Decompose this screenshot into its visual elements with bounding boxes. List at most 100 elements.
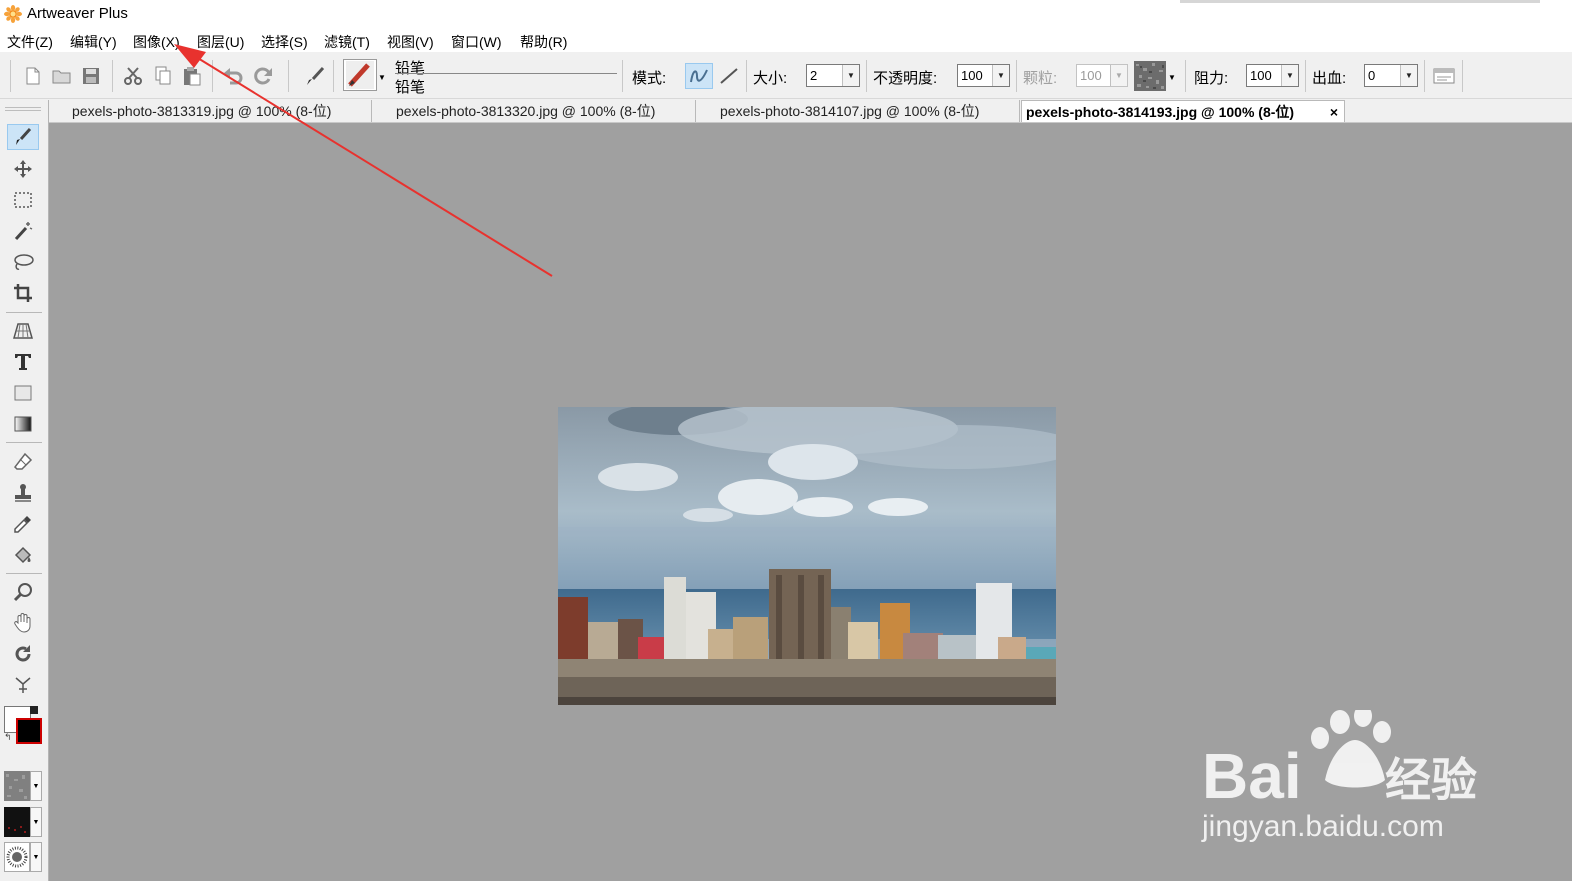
chevron-down-icon[interactable]: ▼ — [992, 65, 1009, 86]
freehand-mode-button[interactable] — [685, 63, 713, 89]
menu-image[interactable]: 图像(X) — [133, 32, 180, 52]
tool-crop[interactable] — [7, 280, 39, 306]
tool-rotate[interactable] — [7, 641, 39, 667]
tab-document-4[interactable]: pexels-photo-3814193.jpg @ 100% (8-位) × — [1021, 100, 1345, 122]
pattern-swatch[interactable] — [4, 807, 30, 837]
size-value: 2 — [810, 68, 818, 83]
opacity-label: 不透明度: — [873, 70, 938, 87]
undo-button[interactable] — [222, 65, 244, 87]
brush-icon — [16, 127, 32, 145]
chevron-down-icon[interactable]: ▼ — [842, 65, 859, 86]
zoom-icon — [13, 583, 32, 602]
brush-preset-dropdown-icon[interactable]: ▼ — [377, 72, 387, 82]
resist-label: 阻力: — [1194, 70, 1229, 87]
open-file-button[interactable] — [50, 65, 74, 87]
settings-panel-icon — [1433, 68, 1455, 84]
tool-paint-bucket[interactable] — [7, 542, 39, 568]
city-skyline-photo[interactable] — [558, 407, 1056, 705]
straight-line-mode-button[interactable] — [716, 63, 742, 89]
canvas-area[interactable] — [49, 123, 1572, 881]
toolbar-separator — [288, 60, 289, 92]
new-file-icon — [26, 67, 40, 85]
menu-layer[interactable]: 图层(U) — [197, 32, 244, 52]
brush-shape-icon — [6, 846, 28, 868]
tab-label: pexels-photo-3813320.jpg @ 100% (8-位) — [396, 103, 656, 119]
chevron-down-icon[interactable]: ▼ — [30, 807, 42, 837]
tool-eyedropper[interactable] — [7, 511, 39, 537]
panel-grip — [5, 107, 41, 111]
clone-stamp-icon — [15, 484, 31, 502]
menu-select[interactable]: 选择(S) — [261, 32, 308, 52]
paste-button[interactable] — [181, 65, 203, 87]
menu-edit[interactable]: 编辑(Y) — [70, 32, 117, 52]
grain-texture-swatch[interactable] — [1134, 61, 1166, 91]
tool-separator — [6, 442, 42, 443]
tool-hand[interactable] — [7, 610, 39, 636]
menu-window[interactable]: 窗口(W) — [451, 32, 502, 52]
rotate-icon — [15, 645, 31, 662]
tool-rect-select[interactable] — [7, 187, 39, 213]
save-button[interactable] — [80, 65, 102, 87]
tab-document-1[interactable]: pexels-photo-3813319.jpg @ 100% (8-位) — [48, 100, 372, 122]
toolbar-separator — [1462, 60, 1463, 92]
redo-button[interactable] — [252, 65, 274, 87]
chevron-down-icon[interactable]: ▼ — [30, 771, 42, 801]
opacity-combobox[interactable]: 100 ▼ — [957, 64, 1010, 87]
redo-icon — [254, 67, 272, 85]
menu-bar: 文件(Z) 编辑(Y) 图像(X) 图层(U) 选择(S) 滤镜(T) 视图(V… — [0, 28, 1572, 52]
clipboard-icon — [184, 67, 201, 86]
tab-document-3[interactable]: pexels-photo-3814107.jpg @ 100% (8-位) — [696, 100, 1020, 122]
foreground-color-swatch[interactable] — [16, 718, 42, 744]
cut-button[interactable] — [122, 65, 144, 87]
chevron-down-icon[interactable]: ▼ — [1281, 65, 1298, 86]
tool-text[interactable] — [7, 349, 39, 375]
swap-colors-icon[interactable] — [30, 706, 38, 714]
chevron-down-icon[interactable]: ▼ — [30, 842, 42, 872]
menu-view[interactable]: 视图(V) — [387, 32, 434, 52]
tool-gradient[interactable] — [7, 411, 39, 437]
toolbar-separator — [212, 60, 213, 92]
toolbar-separator — [1424, 60, 1425, 92]
bleed-combobox[interactable]: 0 ▼ — [1364, 64, 1418, 87]
artweaver-logo-icon — [4, 5, 22, 23]
brush-preset-swatch[interactable] — [343, 59, 377, 91]
menu-filter[interactable]: 滤镜(T) — [324, 32, 370, 52]
chevron-down-icon[interactable]: ▼ — [1400, 65, 1417, 86]
copy-button[interactable] — [152, 65, 174, 87]
tool-zoom[interactable] — [7, 579, 39, 605]
brush-tool-button[interactable] — [303, 65, 327, 87]
tab-document-2[interactable]: pexels-photo-3813320.jpg @ 100% (8-位) — [372, 100, 696, 122]
toolbar-separator — [1016, 60, 1017, 92]
menu-help[interactable]: 帮助(R) — [520, 32, 567, 52]
gradient-icon — [14, 416, 32, 432]
transform-icon — [15, 677, 31, 693]
paint-bucket-icon — [14, 546, 32, 564]
window-shadow — [1180, 0, 1540, 3]
new-file-button[interactable] — [22, 65, 44, 87]
size-combobox[interactable]: 2 ▼ — [806, 64, 860, 87]
grain-combobox[interactable]: 100 ▼ — [1076, 64, 1128, 87]
tool-brush[interactable] — [7, 124, 39, 150]
paper-texture-swatch[interactable] — [4, 771, 30, 801]
tool-clone-stamp[interactable] — [7, 480, 39, 506]
tool-perspective[interactable] — [7, 318, 39, 344]
texture-dropdown-icon[interactable]: ▼ — [1166, 72, 1178, 82]
reset-colors-icon[interactable]: ↰ — [4, 732, 14, 742]
tool-panel: ↰ ▼ ▼ ▼ — [0, 100, 49, 881]
tool-eraser[interactable] — [7, 449, 39, 475]
copy-icon — [155, 66, 171, 85]
menu-file[interactable]: 文件(Z) — [7, 32, 53, 52]
tool-lasso[interactable] — [7, 249, 39, 275]
brush-shape-swatch[interactable] — [4, 842, 30, 872]
chevron-down-icon[interactable]: ▼ — [1110, 65, 1127, 86]
resist-combobox[interactable]: 100 ▼ — [1246, 64, 1299, 87]
tool-magic-wand[interactable] — [7, 218, 39, 244]
brush-settings-button[interactable] — [1432, 65, 1456, 87]
tool-transform[interactable] — [7, 672, 39, 698]
brush-category-label: 铅笔 — [395, 60, 426, 77]
tool-shape[interactable] — [7, 380, 39, 406]
undo-icon — [224, 68, 243, 85]
tool-move[interactable] — [7, 156, 39, 182]
close-icon[interactable]: × — [1330, 101, 1338, 122]
floppy-disk-icon — [83, 68, 99, 84]
